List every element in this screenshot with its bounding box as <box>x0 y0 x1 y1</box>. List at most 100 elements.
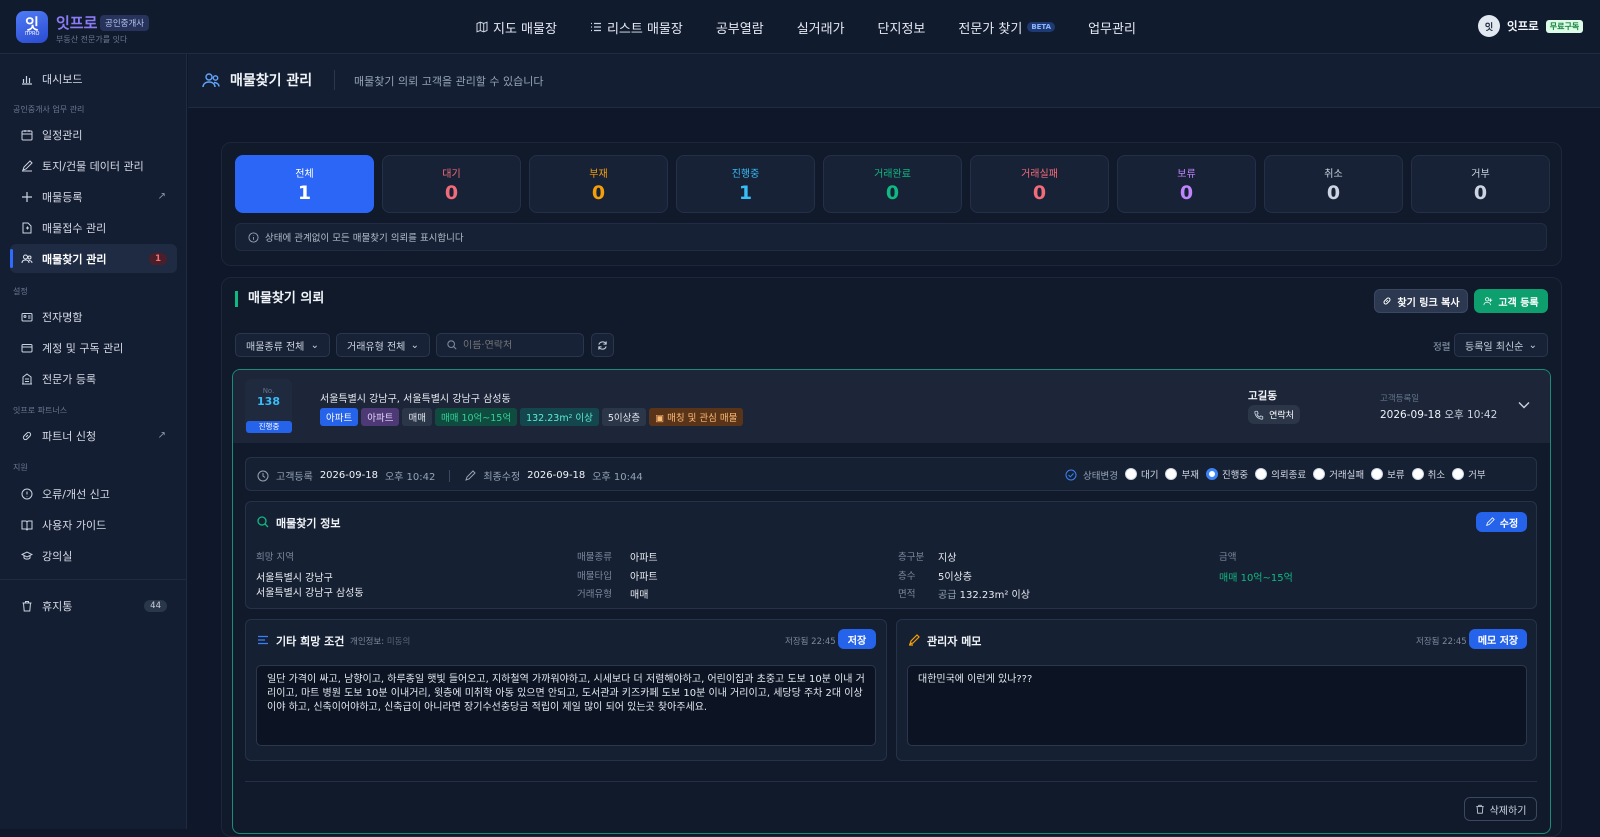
status-card-6[interactable]: 보류 0 <box>1117 155 1256 213</box>
status-radio-4[interactable]: 거래실패 <box>1313 467 1364 481</box>
radio-button[interactable] <box>1205 468 1218 480</box>
sidebar-item-account[interactable]: 계정 및 구독 관리 <box>10 333 177 362</box>
add-client-button[interactable]: 고객 등록 <box>1474 289 1548 313</box>
request-tags: 아파트 아파트 매매 매매 10억~15억 132.23m² 이상 5이상층 ▣ 매칭 및 … <box>320 408 746 426</box>
request-card-header[interactable] <box>233 370 1550 443</box>
price-range: 매매 10억~15억 <box>1219 573 1293 584</box>
nav-real-price[interactable]: 실거래가 <box>797 18 845 37</box>
trash-count-badge: 44 <box>144 599 167 612</box>
edit-button[interactable]: 수정 <box>1476 512 1527 532</box>
plus-icon <box>22 191 32 202</box>
refresh-button[interactable] <box>591 333 614 357</box>
contact-button[interactable]: 연락처 <box>1248 405 1300 424</box>
bar-chart-icon <box>22 75 32 85</box>
area: 공급 132.23m² 이상 <box>938 590 1030 601</box>
radio-button[interactable] <box>1165 468 1178 480</box>
sort-select[interactable]: 등록일 최신순 ⌄ <box>1454 333 1548 357</box>
sidebar-item-find[interactable]: 매물찾기 관리 1 <box>10 244 177 273</box>
edit-icon <box>465 469 477 481</box>
status-card-label: 대기 <box>442 169 461 180</box>
divider <box>245 781 1537 782</box>
status-card-0[interactable]: 전체 1 <box>235 155 374 213</box>
status-card-5[interactable]: 거래실패 0 <box>970 155 1109 213</box>
status-card-1[interactable]: 대기 0 <box>382 155 521 213</box>
user-menu[interactable]: 잇 잇프로 무료구독 <box>1478 15 1584 37</box>
sidebar-item-report[interactable]: 오류/개선 신고 <box>10 479 177 508</box>
nav-work-manage[interactable]: 업무관리 <box>1088 18 1136 37</box>
nav-map-listings[interactable]: 지도 매물장 <box>476 18 557 37</box>
status-radio-7[interactable]: 거부 <box>1452 467 1486 481</box>
alert-circle-icon <box>21 488 33 499</box>
external-link-icon: ↗ <box>157 430 166 441</box>
sidebar-item-intake[interactable]: 매물접수 관리 <box>10 213 177 242</box>
user-name: 잇프로 <box>1507 19 1539 33</box>
radio-button[interactable] <box>1255 468 1268 480</box>
sidebar-section-agent: 공인중개사 업무 관리 <box>13 105 85 114</box>
sidebar-item-dashboard[interactable]: 대시보드 <box>10 64 177 93</box>
status-card-2[interactable]: 부재 0 <box>529 155 668 213</box>
beta-badge: BETA <box>1027 22 1056 32</box>
brand-tagline: 부동산 전문가를 잇다 <box>56 35 128 44</box>
radio-button[interactable] <box>1124 468 1137 480</box>
clock-icon <box>257 470 269 481</box>
sidebar-item-business-card[interactable]: 전자명함 <box>10 302 177 331</box>
status-radio-3[interactable]: 의뢰종료 <box>1255 467 1306 481</box>
nav-find-expert[interactable]: 전문가 찾기 BETA <box>958 18 1056 37</box>
copy-link-button[interactable]: 찾기 링크 복사 <box>1374 289 1468 313</box>
radio-button[interactable] <box>1411 468 1424 480</box>
status-card-label: 거래완료 <box>874 169 911 180</box>
search-input[interactable] <box>463 339 573 351</box>
memo-textarea[interactable]: 대한민국에 이런게 있나??? <box>907 665 1527 746</box>
nav-list-listings[interactable]: 리스트 매물장 <box>590 18 683 37</box>
nav-registry[interactable]: 공부열람 <box>716 18 764 37</box>
search-icon <box>257 516 269 528</box>
radio-button[interactable] <box>1313 468 1326 480</box>
sidebar: 대시보드 공인중개사 업무 관리 일정관리 토지/건물 데이터 관리 매물등록 ↗… <box>0 54 187 829</box>
radio-button[interactable] <box>1371 468 1384 480</box>
tag-deal: 매매 <box>402 408 432 426</box>
sidebar-item-guide[interactable]: 사용자 가이드 <box>10 510 177 539</box>
logo[interactable]: 잇 ITPRO <box>16 11 48 43</box>
sort-label: 정렬 <box>1433 342 1451 353</box>
save-memo-button[interactable]: 메모 저장 <box>1469 629 1527 649</box>
request-number-box: No. 138 진행중 <box>245 379 292 433</box>
sidebar-item-schedule[interactable]: 일정관리 <box>10 120 177 149</box>
status-card-label: 부재 <box>589 169 608 180</box>
sidebar-item-register[interactable]: 매물등록 ↗ <box>10 182 177 211</box>
sidebar-item-trash[interactable]: 휴지통 44 <box>10 591 177 620</box>
request-meta: 고객등록 2026-09-18 오후 10:42 최종수정 2026-09-18 오… <box>257 468 643 483</box>
status-radio-0[interactable]: 대기 <box>1124 467 1158 481</box>
file-icon <box>22 222 32 233</box>
delete-button[interactable]: 삭제하기 <box>1464 797 1537 821</box>
map-icon <box>476 21 488 33</box>
link-icon <box>1383 297 1391 305</box>
status-card-8[interactable]: 거부 0 <box>1411 155 1550 213</box>
plan-badge: 무료구독 <box>1545 19 1584 33</box>
page-description: 매물찾기 의뢰 고객을 관리할 수 있습니다 <box>354 75 544 88</box>
tag-matching[interactable]: ▣ 매칭 및 관심 매물 <box>649 408 744 426</box>
memo-title: 관리자 메모 <box>927 635 982 648</box>
status-radio-1[interactable]: 부재 <box>1165 467 1199 481</box>
status-card-4[interactable]: 거래완료 0 <box>823 155 962 213</box>
brand-name[interactable]: 잇프로 <box>56 12 97 33</box>
sidebar-item-land-data[interactable]: 토지/건물 데이터 관리 <box>10 151 177 180</box>
status-radio-5[interactable]: 보류 <box>1371 467 1405 481</box>
sidebar-item-partner[interactable]: 파트너 신청 ↗ <box>10 421 177 450</box>
conditions-title: 기타 희망 조건 <box>276 635 345 648</box>
conditions-textarea[interactable]: 일단 가격이 싸고, 남향이고, 하루종일 햇빛 들어오고, 지하철역 가까워야… <box>256 665 876 746</box>
status-card-3[interactable]: 진행중 1 <box>676 155 815 213</box>
sidebar-item-expert[interactable]: 전문가 등록 <box>10 364 177 393</box>
status-radio-6[interactable]: 취소 <box>1411 467 1445 481</box>
nav-complex-info[interactable]: 단지정보 <box>878 18 926 37</box>
status-badge: 진행중 <box>246 421 292 433</box>
text-align-icon <box>258 635 268 645</box>
search-field[interactable] <box>436 333 584 357</box>
status-radio-2[interactable]: 진행중 <box>1205 467 1248 481</box>
status-card-7[interactable]: 취소 0 <box>1264 155 1403 213</box>
save-conditions-button[interactable]: 저장 <box>838 629 876 649</box>
sidebar-item-lecture[interactable]: 강의실 <box>10 541 177 570</box>
property-type-filter[interactable]: 매물종류 전체 ⌄ <box>235 333 330 357</box>
radio-button[interactable] <box>1452 468 1465 480</box>
deal-type-filter[interactable]: 거래유형 전체 ⌄ <box>336 333 430 357</box>
chevron-down-icon[interactable] <box>1518 400 1530 410</box>
